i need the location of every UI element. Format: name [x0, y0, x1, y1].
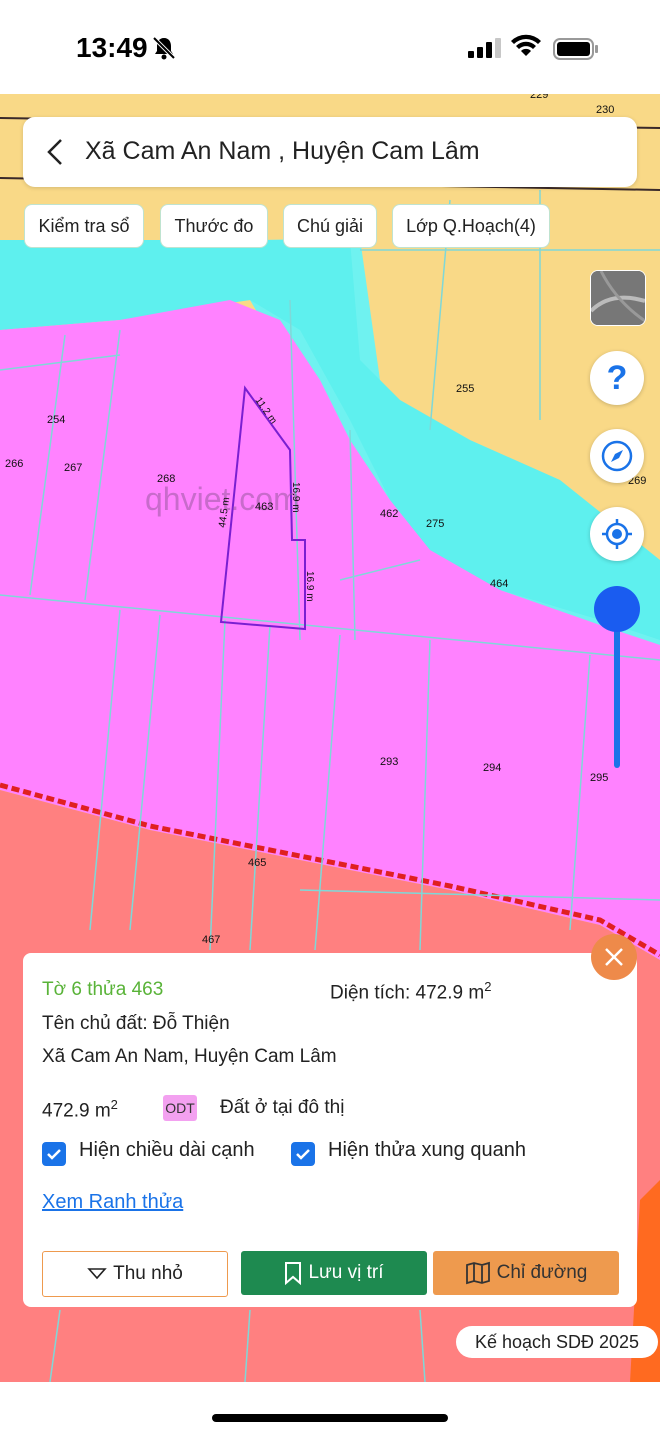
- status-time: 13:49: [76, 32, 148, 63]
- back-arrow-icon[interactable]: [43, 137, 67, 167]
- parcel-label: 293: [380, 756, 398, 768]
- crosshair-icon: [602, 519, 632, 549]
- location-text: Xã Cam An Nam, Huyện Cam Lâm: [42, 1046, 337, 1067]
- show-neighbors-label: Hiện thửa xung quanh: [328, 1139, 526, 1161]
- land-type: Đất ở tại đô thị: [220, 1097, 345, 1118]
- area-text: Diện tích: 472.9 m2: [330, 979, 492, 1004]
- search-bar[interactable]: Xã Cam An Nam , Huyện Cam Lâm: [23, 117, 637, 187]
- parcel-label: 230: [596, 104, 614, 116]
- bookmark-icon: [285, 1262, 302, 1285]
- plan-legend-badge[interactable]: Kế hoạch SDĐ 2025: [456, 1326, 658, 1358]
- parcel-id: Tờ 6 thửa 463: [42, 979, 164, 1000]
- land-code-badge: ODT: [163, 1095, 197, 1121]
- satellite-thumbnail-icon: [591, 271, 645, 325]
- parcel-label: 464: [490, 578, 508, 590]
- planning-layer-chip[interactable]: Lớp Q.Hoạch(4): [392, 204, 550, 248]
- parcel-label: 465: [248, 857, 266, 869]
- cellular-signal-icon: [468, 38, 501, 58]
- help-button[interactable]: ?: [590, 351, 644, 405]
- parcel-label: 295: [590, 772, 608, 784]
- status-bar: 13:49: [0, 0, 660, 94]
- battery-icon: [553, 38, 598, 60]
- home-indicator[interactable]: [212, 1414, 448, 1422]
- parcel-label: 255: [456, 383, 474, 395]
- edge-length-label: 16.9 m: [290, 482, 301, 513]
- parcel-label: 254: [47, 414, 65, 426]
- legend-chip[interactable]: Chú giải: [283, 204, 377, 248]
- map-icon: [465, 1261, 490, 1285]
- parcel-label: 467: [202, 934, 220, 946]
- parcel-label: 463: [255, 501, 273, 513]
- opacity-slider-track[interactable]: [614, 610, 620, 768]
- save-location-button[interactable]: Lưu vị trí: [241, 1251, 427, 1295]
- compass-icon: [601, 440, 633, 472]
- show-neighbors-checkbox[interactable]: [291, 1142, 315, 1166]
- bell-muted-icon: [152, 36, 176, 60]
- show-edges-label: Hiện chiều dài cạnh: [79, 1139, 255, 1161]
- parcel-label: 275: [426, 518, 444, 530]
- show-edges-checkbox[interactable]: [42, 1142, 66, 1166]
- parcel-label: 294: [483, 762, 501, 774]
- minimize-button[interactable]: Thu nhỏ: [42, 1251, 228, 1297]
- parcel-label: 267: [64, 462, 82, 474]
- question-icon: ?: [606, 358, 628, 397]
- wifi-icon: [511, 34, 541, 56]
- edge-length-label: 16.9 m: [304, 571, 315, 602]
- parcel-label: 462: [380, 508, 398, 520]
- parcel-label: 266: [5, 458, 23, 470]
- check-icon: [296, 1149, 310, 1160]
- parcel-label: 268: [157, 473, 175, 485]
- measure-chip[interactable]: Thước đo: [160, 204, 268, 248]
- chevron-down-icon: [87, 1268, 107, 1280]
- compass-button[interactable]: [590, 429, 644, 483]
- opacity-slider-knob[interactable]: [594, 586, 640, 632]
- parcel-label: 229: [530, 94, 548, 101]
- close-card-button[interactable]: [591, 934, 637, 980]
- check-icon: [47, 1149, 61, 1160]
- parcel-info-card: Tờ 6 thửa 463 Diện tích: 472.9 m2 Tên ch…: [23, 953, 637, 1307]
- directions-button[interactable]: Chỉ đường: [433, 1251, 619, 1295]
- close-icon: [605, 948, 623, 966]
- location-title: Xã Cam An Nam , Huyện Cam Lâm: [85, 137, 480, 165]
- satellite-layer-button[interactable]: [590, 270, 646, 326]
- my-location-button[interactable]: [590, 507, 644, 561]
- check-book-chip[interactable]: Kiểm tra sổ: [24, 204, 144, 248]
- owner-text: Tên chủ đất: Đỗ Thiện: [42, 1013, 230, 1034]
- view-boundary-link[interactable]: Xem Ranh thửa: [42, 1191, 183, 1214]
- land-area: 472.9 m2: [42, 1097, 118, 1122]
